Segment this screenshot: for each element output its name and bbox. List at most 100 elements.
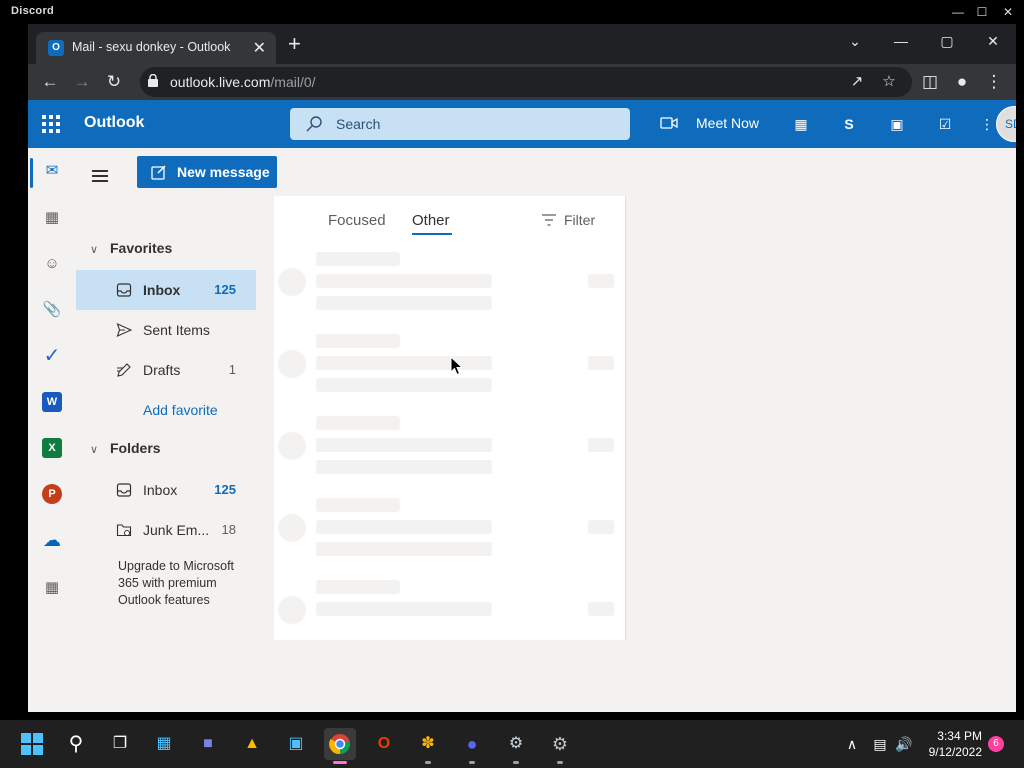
minimize-icon[interactable]: — [888,30,914,52]
network-icon[interactable]: ▤ [870,734,890,754]
paint-icon[interactable]: ✽ [412,728,444,764]
close-icon[interactable]: ✕ [994,2,1022,22]
outlook-brand[interactable]: Outlook [84,114,144,132]
favorites-item-inbox[interactable]: Inbox 125 [76,270,256,310]
favorites-item-sent[interactable]: Sent Items [76,310,256,350]
folders-heading[interactable]: ∨ Folders [90,440,161,456]
skype-icon[interactable]: S [838,113,860,135]
chevron-down-icon: ∨ [90,244,99,256]
forward-icon[interactable]: → [70,70,94,94]
app-rail: ✉ ▦ ☺ 📎 ✓ W X P ☁ ▦ [28,148,76,712]
office-icon[interactable]: O [368,728,400,760]
tab-other[interactable]: Other [412,212,450,229]
outlook-header: Outlook Search Meet Now ▦ S ▣ ☑ ⋮ SD [28,100,1016,148]
bookmark-star-icon[interactable]: ☆ [878,71,900,93]
chevron-up-icon[interactable]: ∧ [842,734,862,754]
running-app-indicator [557,761,563,764]
excel-icon[interactable]: X [40,436,64,460]
onedrive-icon[interactable]: ☁ [40,528,64,552]
folder-label: Sent Items [143,322,210,338]
settings-icon[interactable]: ⚙ [544,728,576,764]
clock-time: 3:34 PM [937,729,982,743]
maximize-icon[interactable]: ▢ [934,30,960,52]
active-tab-indicator [412,233,452,235]
discord-icon[interactable]: ● [456,728,488,764]
maximize-icon[interactable]: ☐ [968,2,996,22]
more-apps-icon[interactable]: ▦ [40,576,64,600]
folder-item-junk[interactable]: Junk Em... 18 [76,510,256,550]
hamburger-icon[interactable] [92,170,108,182]
mail-icon[interactable]: ✉ [40,159,64,183]
send-icon [116,322,132,338]
tab-search-icon[interactable]: ⌄ [842,30,868,52]
favorites-label: Favorites [110,240,173,256]
favorites-heading[interactable]: ∨ Favorites [90,240,172,256]
video-camera-icon[interactable] [660,116,678,130]
new-message-button[interactable]: New message [137,156,277,188]
folders-label: Folders [110,440,161,456]
notification-badge[interactable]: 6 [988,736,1004,752]
address-bar[interactable]: outlook.live.com/mail/0/ ↗ ☆ [140,67,912,97]
compose-icon [151,165,166,180]
close-icon[interactable]: ✕ [980,30,1006,52]
folder-item-inbox[interactable]: Inbox 125 [76,470,256,510]
volume-icon[interactable]: 🔊 [894,734,914,754]
teams-chat-icon[interactable]: ■ [192,728,224,760]
chrome-icon[interactable] [324,728,356,764]
running-app-indicator [425,761,431,764]
folder-label: Junk Em... [143,522,210,538]
tab-focused[interactable]: Focused [328,212,386,229]
tab-close-icon[interactable]: ✕ [253,38,266,58]
qr-grid-icon[interactable]: ▦ [790,113,812,135]
more-options-icon[interactable]: ⋮ [976,113,998,135]
side-panel-icon[interactable]: ◫ [918,70,942,94]
folder-label: Inbox [143,482,178,498]
folder-label: Inbox [143,282,181,298]
favorites-item-drafts[interactable]: Drafts 1 [76,350,256,390]
more-menu-icon[interactable]: ⋮ [982,70,1006,94]
microsoft-store-icon[interactable]: ▣ [280,728,312,760]
filter-label: Filter [564,212,596,228]
url-path: /mail/0/ [270,74,316,90]
mouse-cursor-icon [450,356,464,376]
my-day-icon[interactable]: ☑ [934,113,956,135]
app-launcher-icon[interactable] [42,115,60,133]
attachment-icon[interactable]: 📎 [40,298,64,322]
search-input[interactable]: Search [290,108,630,140]
new-tab-icon[interactable]: + [288,33,301,55]
office-icon[interactable]: ▣ [886,113,908,135]
start-icon[interactable] [16,728,48,760]
search-placeholder: Search [336,116,381,132]
todo-icon[interactable]: ✓ [40,344,64,368]
system-clock[interactable]: 3:34 PM 9/12/2022 [928,728,982,760]
active-app-indicator [333,761,347,764]
add-favorite-link[interactable]: Add favorite [143,402,218,418]
reload-icon[interactable]: ↻ [102,70,126,94]
widgets-icon[interactable]: ▦ [148,728,180,760]
item-count: 1 [228,362,236,377]
calendar-icon[interactable]: ▦ [40,206,64,230]
search-icon[interactable]: ⚲ [60,728,92,760]
inbox-icon [116,283,132,297]
avatar[interactable]: SD [996,106,1016,142]
people-icon[interactable]: ☺ [40,252,64,276]
unread-count: 125 [214,282,236,297]
tab-title: Mail - sexu donkey - Outlook [72,40,231,54]
filter-icon [542,214,556,226]
upgrade-promo[interactable]: Upgrade to Microsoft 365 with premium Ou… [118,558,248,609]
powerpoint-icon[interactable]: P [40,482,64,506]
file-explorer-icon[interactable]: ▲ [236,728,268,760]
back-icon[interactable]: ← [38,70,62,94]
unread-count: 125 [214,482,236,497]
browser-tab[interactable]: O Mail - sexu donkey - Outlook ✕ [36,32,276,64]
share-icon[interactable]: ↗ [846,71,868,93]
steam-icon[interactable]: ⚙ [500,728,532,764]
word-icon[interactable]: W [40,390,64,414]
meet-now-button[interactable]: Meet Now [696,115,759,131]
running-app-indicator [469,761,475,764]
profile-icon[interactable]: ● [950,70,974,94]
chevron-down-icon: ∨ [90,444,99,456]
filter-button[interactable]: Filter [542,212,595,228]
tab-strip: O Mail - sexu donkey - Outlook ✕ + ⌄ — ▢… [28,24,1016,64]
task-view-icon[interactable]: ❐ [104,728,136,760]
